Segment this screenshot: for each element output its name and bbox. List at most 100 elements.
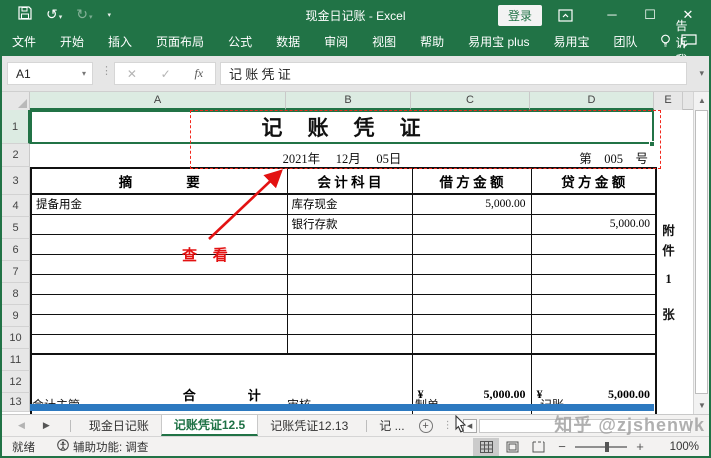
row-header-1[interactable]: 1 bbox=[2, 110, 30, 144]
empty-cell[interactable] bbox=[287, 294, 412, 314]
row-header-7[interactable]: 7 bbox=[2, 261, 30, 283]
redo-dropdown-icon[interactable]: ▾ bbox=[89, 14, 93, 21]
zoom-in-button[interactable]: + bbox=[629, 439, 651, 454]
insert-function-icon[interactable]: fx bbox=[194, 66, 203, 81]
empty-cell[interactable] bbox=[412, 274, 531, 294]
entry-account-cell[interactable]: 库存现金 bbox=[287, 194, 412, 214]
row-header-6[interactable]: 6 bbox=[2, 239, 30, 261]
tab-insert[interactable]: 插入 bbox=[96, 28, 144, 56]
row-header-8[interactable]: 8 bbox=[2, 283, 30, 305]
empty-cell[interactable] bbox=[287, 274, 412, 294]
entry-summary-cell[interactable] bbox=[31, 214, 287, 234]
tab-review[interactable]: 审阅 bbox=[312, 28, 360, 56]
empty-cell[interactable] bbox=[412, 294, 531, 314]
header-credit[interactable]: 贷 方 金 额 bbox=[531, 168, 656, 194]
entry-summary-cell[interactable]: 提备用金 bbox=[31, 194, 287, 214]
redo-button[interactable]: ↻▾ bbox=[76, 6, 92, 24]
sheet-tab-voucher-12-5[interactable]: 记账凭证12.5 bbox=[161, 415, 258, 436]
empty-cell[interactable] bbox=[531, 234, 656, 254]
sheet-tab-cash-journal[interactable]: 现金日记账 bbox=[77, 415, 161, 436]
voucher-title-cell[interactable]: 记 账 凭 证 bbox=[30, 110, 654, 144]
column-header-a[interactable]: A bbox=[30, 92, 286, 110]
empty-cell[interactable] bbox=[31, 334, 287, 354]
tab-page-layout[interactable]: 页面布局 bbox=[144, 28, 216, 56]
vertical-scrollbar[interactable]: ▲ ▼ bbox=[693, 92, 709, 414]
name-box[interactable]: A1 ▾ bbox=[7, 62, 93, 85]
name-box-dropdown-icon[interactable]: ▾ bbox=[82, 69, 92, 78]
login-button[interactable]: 登录 bbox=[498, 5, 542, 26]
cancel-entry-icon[interactable]: ✕ bbox=[127, 67, 137, 81]
tab-data[interactable]: 数据 bbox=[264, 28, 312, 56]
empty-cell[interactable] bbox=[531, 254, 656, 274]
empty-cell[interactable] bbox=[531, 274, 656, 294]
empty-cell[interactable] bbox=[287, 314, 412, 334]
entry-debit-cell[interactable] bbox=[412, 214, 531, 234]
entry-credit-cell[interactable] bbox=[531, 194, 656, 214]
empty-cell[interactable] bbox=[412, 234, 531, 254]
row-header-12[interactable]: 12 bbox=[2, 371, 30, 393]
empty-cell[interactable] bbox=[287, 334, 412, 354]
tab-team[interactable]: 团队 bbox=[602, 28, 650, 56]
row-header-3[interactable]: 3 bbox=[2, 167, 30, 195]
column-header-e[interactable]: E bbox=[654, 92, 683, 110]
header-debit[interactable]: 借 方 金 额 bbox=[412, 168, 531, 194]
column-header-c[interactable]: C bbox=[411, 92, 530, 110]
entry-debit-cell[interactable]: 5,000.00 bbox=[412, 194, 531, 214]
sheet-tab-voucher-12-13[interactable]: 记账凭证12.13 bbox=[258, 415, 360, 436]
formula-input[interactable]: 记 账 凭 证 bbox=[220, 62, 687, 85]
undo-dropdown-icon[interactable]: ▾ bbox=[59, 14, 63, 21]
empty-cell[interactable] bbox=[531, 334, 656, 354]
column-header-d[interactable]: D bbox=[530, 92, 654, 110]
zoom-slider[interactable] bbox=[575, 446, 627, 448]
empty-cell[interactable] bbox=[287, 254, 412, 274]
entry-credit-cell[interactable]: 5,000.00 bbox=[531, 214, 656, 234]
row-header-2[interactable]: 2 bbox=[2, 144, 30, 167]
tab-help[interactable]: 帮助 bbox=[408, 28, 456, 56]
minimize-button[interactable]: ─ bbox=[593, 2, 631, 28]
vertical-scrollbar-thumb[interactable] bbox=[695, 110, 708, 394]
row-header-9[interactable]: 9 bbox=[2, 305, 30, 327]
empty-cell[interactable] bbox=[412, 314, 531, 334]
confirm-entry-icon[interactable]: ✓ bbox=[161, 67, 171, 81]
empty-cell[interactable] bbox=[412, 254, 531, 274]
row-header-4[interactable]: 4 bbox=[2, 195, 30, 217]
header-summary[interactable]: 摘 要 bbox=[31, 168, 287, 194]
more-options-icon[interactable]: ⋮ bbox=[443, 420, 453, 431]
customize-qat-icon[interactable]: ▾ bbox=[108, 11, 112, 19]
scroll-up-icon[interactable]: ▲ bbox=[694, 92, 709, 109]
voucher-date-row[interactable]: 2021年 12月 05日 第 005 号 bbox=[30, 145, 654, 167]
column-header-b[interactable]: B bbox=[286, 92, 411, 110]
empty-cell[interactable] bbox=[531, 314, 656, 334]
sheet-nav-left-icon[interactable]: ◀ bbox=[18, 420, 25, 431]
zoom-out-button[interactable]: − bbox=[551, 439, 573, 454]
empty-cell[interactable] bbox=[31, 274, 287, 294]
zoom-slider-thumb[interactable] bbox=[605, 442, 609, 452]
empty-cell[interactable] bbox=[31, 314, 287, 334]
row-header-5[interactable]: 5 bbox=[2, 217, 30, 239]
row-header-11[interactable]: 11 bbox=[2, 349, 30, 371]
tab-formulas[interactable]: 公式 bbox=[216, 28, 264, 56]
empty-cell[interactable] bbox=[287, 234, 412, 254]
normal-view-icon[interactable] bbox=[473, 438, 499, 456]
empty-cell[interactable] bbox=[31, 234, 287, 254]
accessibility-status[interactable]: 辅助功能: 调查 bbox=[57, 439, 148, 455]
row-header-13[interactable]: 13 bbox=[2, 393, 30, 412]
page-break-view-icon[interactable] bbox=[525, 438, 551, 456]
select-all-corner[interactable] bbox=[2, 92, 30, 110]
page-layout-view-icon[interactable] bbox=[499, 438, 525, 456]
expand-formula-bar-icon[interactable]: ▾ bbox=[699, 68, 704, 79]
horizontal-scrollbar-thumb[interactable] bbox=[30, 404, 654, 411]
entry-account-cell[interactable]: 银行存款 bbox=[287, 214, 412, 234]
empty-cell[interactable] bbox=[31, 294, 287, 314]
sheet-tab-truncated[interactable]: 记 ... bbox=[373, 415, 410, 436]
tab-home[interactable]: 开始 bbox=[48, 28, 96, 56]
tab-view[interactable]: 视图 bbox=[360, 28, 408, 56]
sheet-nav-right-icon[interactable]: ▶ bbox=[43, 420, 50, 431]
empty-cell[interactable] bbox=[412, 334, 531, 354]
new-sheet-icon[interactable]: + bbox=[419, 419, 433, 433]
empty-cell[interactable] bbox=[31, 254, 287, 274]
zoom-percentage[interactable]: 100% bbox=[657, 441, 699, 453]
tab-yiyongbao-plus[interactable]: 易用宝 plus bbox=[456, 28, 541, 56]
ribbon-display-options-icon[interactable] bbox=[558, 9, 573, 22]
row-header-10[interactable]: 10 bbox=[2, 327, 30, 349]
